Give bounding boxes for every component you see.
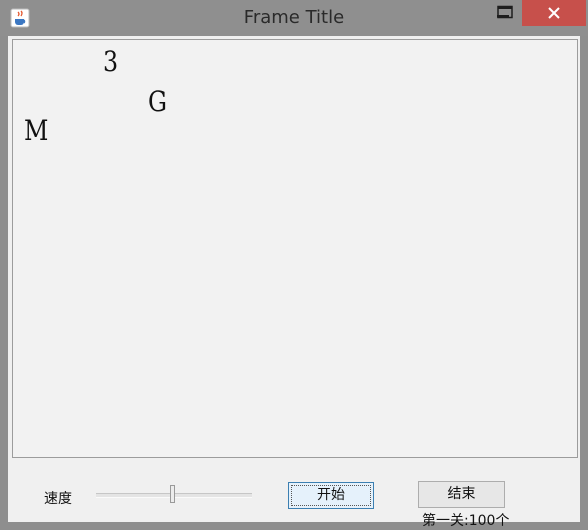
- falling-letter: 3: [103, 45, 119, 78]
- maximize-icon[interactable]: [486, 0, 524, 26]
- speed-label: 速度: [44, 491, 72, 507]
- start-button[interactable]: 开始: [288, 482, 374, 509]
- game-canvas[interactable]: 3 G M: [12, 39, 578, 458]
- speed-slider[interactable]: [96, 484, 252, 504]
- close-icon[interactable]: [522, 0, 586, 26]
- slider-thumb[interactable]: [170, 485, 175, 503]
- level-status: 第一关:100个: [422, 513, 510, 529]
- end-button[interactable]: 结束: [418, 481, 505, 508]
- falling-letter: M: [24, 114, 49, 147]
- title-bar[interactable]: Frame Title: [0, 0, 588, 36]
- falling-letter: G: [148, 85, 168, 118]
- content-pane: 3 G M 速度 开始 结束 第一关:100个: [8, 36, 580, 529]
- app-window: Frame Title 3 G M 速度 开始 结束 第一关:100个: [0, 0, 588, 530]
